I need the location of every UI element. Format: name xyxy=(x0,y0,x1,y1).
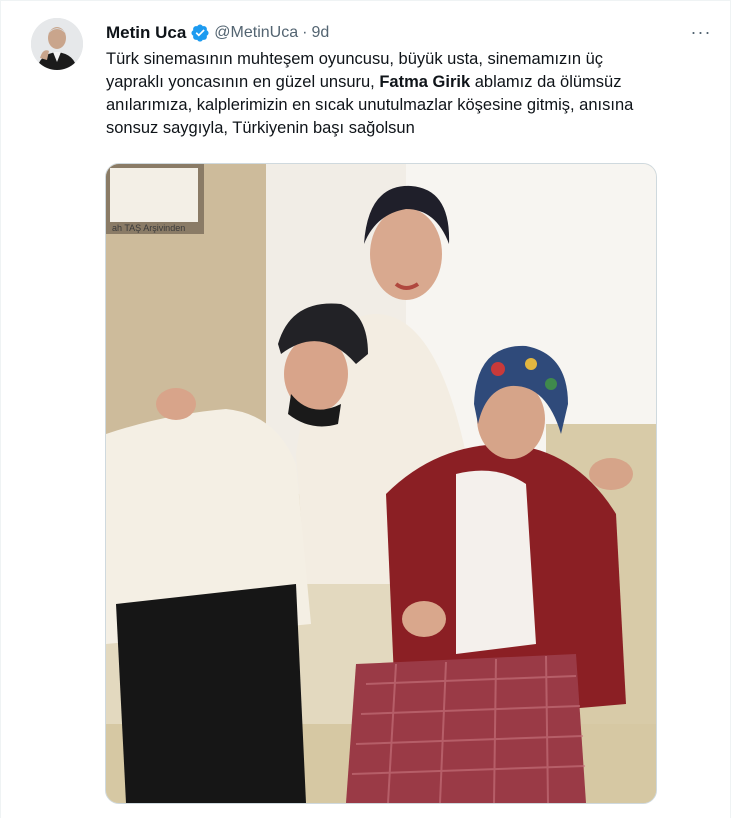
tweet-photo[interactable]: ah TAŞ Arşivinden xyxy=(105,163,657,804)
archive-caption: ah TAŞ Arşivinden xyxy=(112,223,185,233)
author-handle[interactable]: @MetinUca xyxy=(214,24,298,42)
tweet-text-segment: ablamız da ölümsüz xyxy=(470,73,622,91)
verified-badge-icon xyxy=(190,23,210,43)
tweet-text: Türk sinemasının muhteşem oyuncusu, büyü… xyxy=(106,48,716,140)
tweet-text-line: sonsuz saygıyla, Türkiyenin başı sağolsu… xyxy=(106,119,415,137)
photo-three-women: ah TAŞ Arşivinden xyxy=(106,164,656,803)
tweet-text-line: yapraklı yoncasının en güzel unsuru, Fat… xyxy=(106,71,716,94)
tweet-text-segment: yapraklı yoncasının en güzel unsuru, xyxy=(106,73,380,91)
tweet-text-line: anılarımıza, kalplerimizin en sıcak unut… xyxy=(106,96,634,114)
header-separator: · xyxy=(302,24,308,41)
avatar[interactable] xyxy=(31,18,83,70)
tweet-card[interactable]: Metin Uca @MetinUca · 9d ··· Türk sinema… xyxy=(0,0,731,818)
avatar-image xyxy=(31,18,83,70)
tweet-timestamp[interactable]: 9d xyxy=(311,24,329,42)
mention-fatma-girik: Fatma Girik xyxy=(379,73,471,91)
more-options-icon[interactable]: ··· xyxy=(684,15,718,49)
tweet-text-line: Türk sinemasının muhteşem oyuncusu, büyü… xyxy=(106,50,604,68)
author-name[interactable]: Metin Uca xyxy=(106,23,186,43)
tweet-header: Metin Uca @MetinUca · 9d xyxy=(106,21,329,45)
